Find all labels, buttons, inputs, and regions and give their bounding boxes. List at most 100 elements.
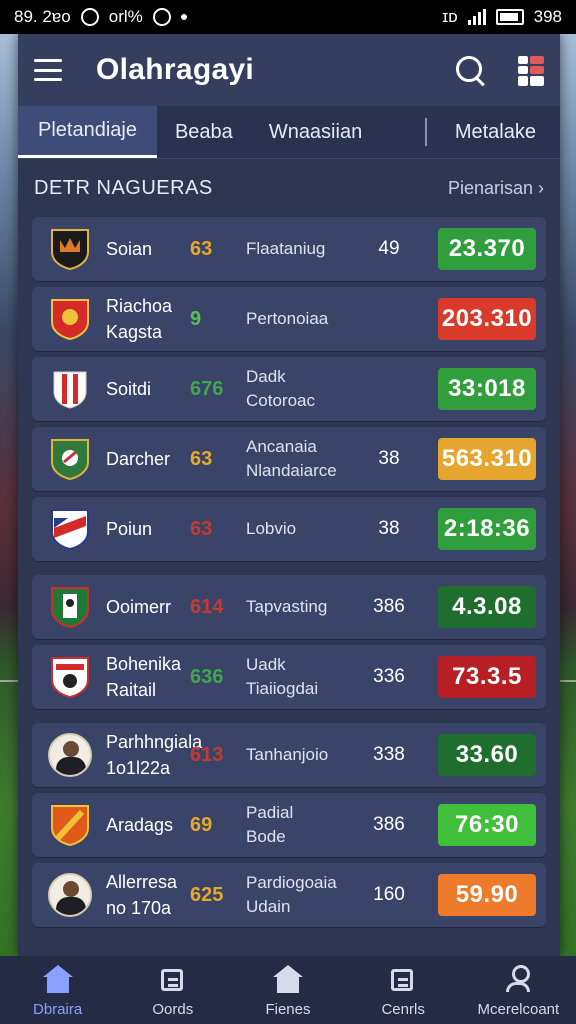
match-line2: Bode xyxy=(246,827,286,846)
match-info: Pardiogoaia Udain xyxy=(246,871,358,919)
team-name: Darcher xyxy=(106,446,190,472)
status-time: 89. 2ɐo xyxy=(14,7,71,26)
match-line1: Flaataniug xyxy=(246,239,326,258)
app-notification-icon xyxy=(80,8,99,26)
table-row[interactable]: Riachoa Kagsta 9 Pertonoiaa 203.310 xyxy=(32,287,546,351)
section-link[interactable]: Pienarisan › xyxy=(448,178,544,199)
match-info: Flaataniug xyxy=(246,237,358,261)
score-badge[interactable]: 563.310 xyxy=(438,438,536,480)
table-row[interactable]: Parhhngiala 1o1l22a 613 Tanhanjoio 338 33.60 xyxy=(32,723,546,787)
form-value: 63 xyxy=(190,237,213,260)
form-value: 614 xyxy=(190,595,224,618)
nav-item-cenrls[interactable]: Cenrls xyxy=(348,965,458,1018)
status-right-text: ɪᴅ xyxy=(442,7,458,26)
table-row[interactable]: Ooimerr 614 Tapvasting 386 4.3.08 xyxy=(32,575,546,639)
team-name: Riachoa Kagsta xyxy=(106,293,190,345)
match-line1: Padial xyxy=(246,803,294,822)
nav-item-oords[interactable]: Oords xyxy=(118,965,228,1018)
standings-list: Soian 63 Flaataniug 49 23.370 Riachoa Kagsta 9 P… xyxy=(18,217,560,927)
match-info: Ancanaia Nlandaiarce xyxy=(246,435,358,483)
team-name-line2: no 170a xyxy=(106,898,172,918)
table-row[interactable]: Soitdi 676 Dadk Cotoroac 33:018 xyxy=(32,357,546,421)
match-info: Padial Bode xyxy=(246,801,358,849)
score-badge[interactable]: 23.370 xyxy=(438,228,536,270)
signal-icon xyxy=(467,9,486,25)
score-badge[interactable]: 59.90 xyxy=(438,874,536,916)
match-info: Lobvio xyxy=(246,517,358,541)
cards-icon xyxy=(159,965,187,993)
table-row[interactable]: Soian 63 Flaataniug 49 23.370 xyxy=(32,217,546,281)
tab-wnaasiian[interactable]: Wnaasiian xyxy=(251,106,380,158)
form-value: 9 xyxy=(190,307,202,330)
team-name: Aradags xyxy=(106,812,190,838)
status-bar: 89. 2ɐo orl% ɪᴅ 398 xyxy=(0,0,576,34)
score-badge[interactable]: 33:018 xyxy=(438,368,536,410)
nav-item-fienes[interactable]: Fienes xyxy=(233,965,343,1018)
status-left: 89. 2ɐo orl% xyxy=(14,7,187,27)
match-line2: Nlandaiarce xyxy=(246,461,337,480)
match-info: Tapvasting xyxy=(246,595,358,619)
tab-beaba[interactable]: Beaba xyxy=(157,106,251,158)
tab-divider xyxy=(424,118,427,146)
team-name-line1: Ooimerr xyxy=(106,597,172,617)
tab-pletandiaje[interactable]: Pletandiaje xyxy=(18,106,157,158)
points-value: 38 xyxy=(378,518,400,539)
points-value: 338 xyxy=(373,744,405,765)
points-value: 38 xyxy=(378,448,400,469)
match-line1: Tapvasting xyxy=(246,597,328,616)
match-line1: Uadk xyxy=(246,655,286,674)
team-name-line2: Kagsta xyxy=(106,322,163,342)
match-line2: Udain xyxy=(246,897,291,916)
team-crest-icon xyxy=(50,656,90,698)
nav-item-mcerelcoant[interactable]: Mcerelcoant xyxy=(463,965,573,1018)
match-info: Pertonoiaa xyxy=(246,307,358,331)
tab-bar: Pletandiaje Beaba Wnaasiian Metalake xyxy=(18,106,560,159)
team-name-line1: Parhhngiala xyxy=(106,732,203,752)
nav-item-dbraira[interactable]: Dbraira xyxy=(3,965,113,1018)
points-value: 336 xyxy=(373,666,405,687)
table-row[interactable]: Bohenika Raitail 636 Uadk Tiaiiogdai 336 73.3.… xyxy=(32,645,546,709)
messenger-icon xyxy=(152,8,171,26)
table-row[interactable]: Darcher 63 Ancanaia Nlandaiarce 38 563.310 xyxy=(32,427,546,491)
score-badge[interactable]: 73.3.5 xyxy=(438,656,536,698)
team-name-line1: Poiun xyxy=(106,519,153,539)
team-name: Soitdi xyxy=(106,376,190,402)
team-name-line2: Raitail xyxy=(106,680,157,700)
team-name: Poiun xyxy=(106,516,190,542)
score-badge[interactable]: 33.60 xyxy=(438,734,536,776)
form-value: 69 xyxy=(190,813,213,836)
section-title: DETR NAGUERAS xyxy=(34,176,213,199)
score-badge[interactable]: 4.3.08 xyxy=(438,586,536,628)
score-badge[interactable]: 2:18:36 xyxy=(438,508,536,550)
match-info: Uadk Tiaiiogdai xyxy=(246,653,358,701)
table-row[interactable]: Allerresa no 170a 625 Pardiogoaia Udain 160 59… xyxy=(32,863,546,927)
points-value: 386 xyxy=(373,814,405,835)
player-avatar xyxy=(48,873,92,917)
team-crest-icon xyxy=(50,298,90,340)
team-name-line1: Allerresa xyxy=(106,872,178,892)
team-crest-icon xyxy=(50,804,90,846)
match-info: Dadk Cotoroac xyxy=(246,365,358,413)
team-crest-icon xyxy=(50,368,90,410)
app-panel: Olahragayi Pletandiaje Beaba Wnaasiian M… xyxy=(18,34,560,956)
grid-menu-icon[interactable] xyxy=(518,56,544,86)
match-line1: Dadk xyxy=(246,367,286,386)
home-icon xyxy=(42,965,73,993)
team-crest-icon xyxy=(50,508,90,550)
menu-icon[interactable] xyxy=(34,59,62,81)
status-app-text: orl% xyxy=(108,7,143,26)
section-header: DETR NAGUERAS Pienarisan › xyxy=(18,159,560,217)
team-name: Soian xyxy=(106,236,190,262)
team-name-line1: Riachoa xyxy=(106,296,173,316)
nav-label: Fienes xyxy=(265,1001,311,1018)
search-icon[interactable] xyxy=(456,56,484,84)
team-name-line1: Darcher xyxy=(106,449,171,469)
team-name-line1: Bohenika xyxy=(106,654,182,674)
table-row[interactable]: Poiun 63 Lobvio 38 2:18:36 xyxy=(32,497,546,561)
points-value: 49 xyxy=(378,238,400,259)
status-right: ɪᴅ 398 xyxy=(442,7,562,27)
table-row[interactable]: Aradags 69 Padial Bode 386 76:30 xyxy=(32,793,546,857)
score-badge[interactable]: 203.310 xyxy=(438,298,536,340)
score-badge[interactable]: 76:30 xyxy=(438,804,536,846)
tab-metalake[interactable]: Metalake xyxy=(437,106,560,158)
